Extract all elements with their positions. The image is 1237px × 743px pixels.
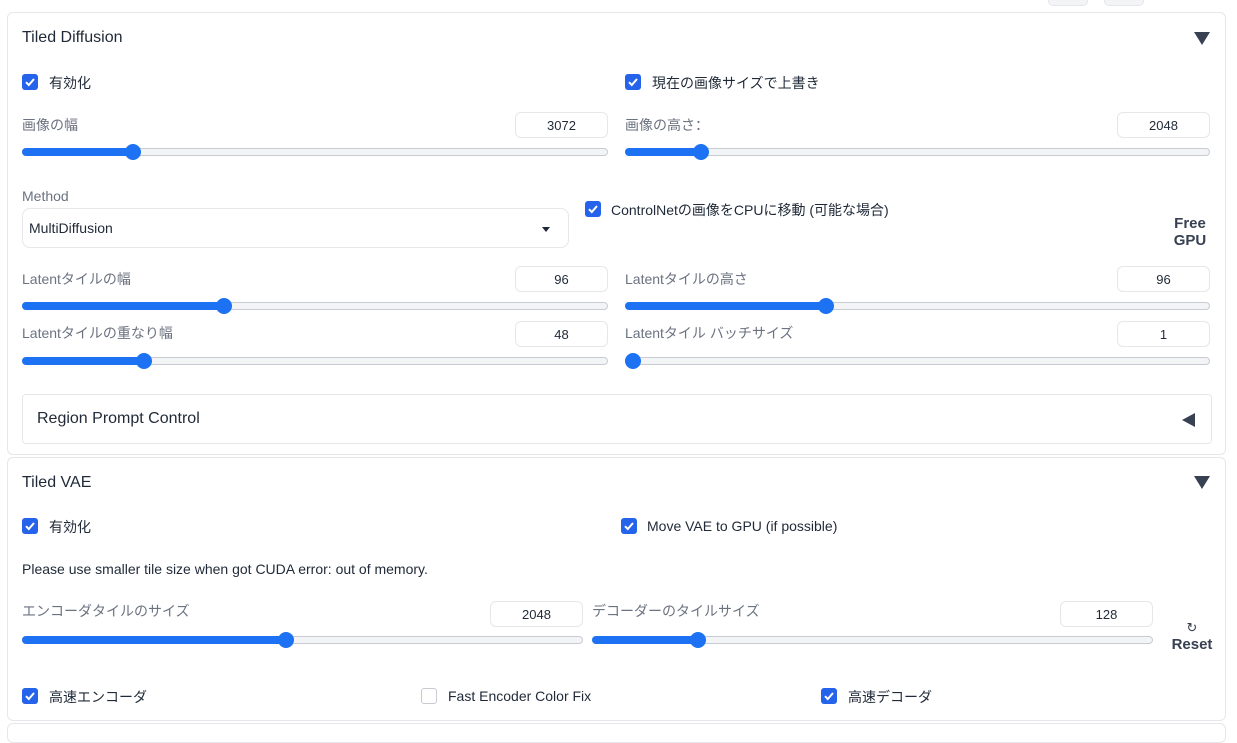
reset-label: Reset	[1171, 636, 1213, 653]
check-icon	[25, 522, 35, 531]
encoder-tile-slider[interactable]	[22, 632, 583, 648]
top-tabs	[1048, 0, 1144, 6]
decoder-tile-slider[interactable]	[592, 632, 1153, 648]
move-vae-gpu-checkbox[interactable]	[621, 518, 637, 534]
next-panel	[7, 723, 1226, 743]
latent-tile-height-slider[interactable]	[625, 298, 1210, 314]
collapse-caret-icon[interactable]	[1194, 476, 1210, 489]
image-height-slider[interactable]	[625, 144, 1210, 160]
enable-label: 有効化	[49, 75, 91, 91]
check-icon	[624, 522, 634, 531]
free-gpu-button[interactable]: Free GPU	[1168, 215, 1212, 249]
image-height-input[interactable]: 2048	[1117, 112, 1210, 138]
check-icon	[25, 78, 35, 87]
overwrite-size-label: 現在の画像サイズで上書き	[652, 75, 820, 91]
latent-tile-overlap-label: Latentタイルの重なり幅	[22, 325, 173, 341]
free-gpu-line2: GPU	[1173, 232, 1207, 249]
encoder-tile-label: エンコーダタイルのサイズ	[22, 603, 190, 619]
reset-icon: ↻	[1186, 620, 1198, 635]
reset-button[interactable]: ↻ Reset	[1170, 614, 1214, 662]
overwrite-size-checkbox[interactable]	[625, 74, 641, 90]
image-height-label: 画像の高さ：	[625, 117, 709, 133]
latent-tile-batch-label: Latentタイル バッチサイズ	[625, 325, 794, 341]
latent-tile-width-input[interactable]: 96	[515, 266, 608, 292]
top-tab[interactable]	[1048, 0, 1088, 6]
controlnet-cpu-label: ControlNetの画像をCPUに移動 (可能な場合)	[611, 202, 889, 218]
tiled-diffusion-panel: Tiled Diffusion 有効化 現在の画像サイズで上書き 画像の幅 30…	[7, 12, 1226, 455]
method-value: MultiDiffusion	[29, 220, 113, 236]
move-vae-gpu-label: Move VAE to GPU (if possible)	[647, 518, 838, 534]
collapse-caret-icon[interactable]	[1194, 32, 1210, 45]
method-label: Method	[22, 188, 69, 204]
top-tab[interactable]	[1104, 0, 1144, 6]
check-icon	[25, 692, 35, 701]
latent-tile-overlap-input[interactable]: 48	[515, 321, 608, 347]
cuda-note: Please use smaller tile size when got CU…	[22, 561, 428, 577]
vae-enable-checkbox[interactable]	[22, 518, 38, 534]
tiled-vae-panel: Tiled VAE 有効化 Move VAE to GPU (if possib…	[7, 457, 1226, 721]
fast-encoder-color-fix-label: Fast Encoder Color Fix	[448, 688, 592, 704]
latent-tile-overlap-slider[interactable]	[22, 353, 608, 369]
encoder-tile-input[interactable]: 2048	[490, 601, 583, 627]
image-width-input[interactable]: 3072	[515, 112, 608, 138]
image-width-slider[interactable]	[22, 144, 608, 160]
latent-tile-height-input[interactable]: 96	[1117, 266, 1210, 292]
fast-encoder-checkbox[interactable]	[22, 688, 38, 704]
latent-tile-height-label: Latentタイルの高さ	[625, 271, 748, 287]
check-icon	[824, 692, 834, 701]
check-icon	[628, 78, 638, 87]
latent-tile-width-slider[interactable]	[22, 298, 608, 314]
dropdown-arrow-icon	[542, 227, 550, 232]
region-prompt-accordion[interactable]: Region Prompt Control	[22, 394, 1212, 444]
fast-encoder-label: 高速エンコーダ	[49, 689, 147, 705]
fast-encoder-color-fix-checkbox[interactable]	[421, 688, 437, 704]
expand-caret-icon	[1182, 413, 1195, 427]
controlnet-cpu-checkbox[interactable]	[585, 201, 601, 217]
panel-title[interactable]: Tiled Diffusion	[22, 29, 123, 47]
latent-tile-width-label: Latentタイルの幅	[22, 271, 131, 287]
latent-tile-batch-slider[interactable]	[625, 353, 1210, 369]
vae-enable-label: 有効化	[49, 519, 91, 535]
method-dropdown[interactable]: MultiDiffusion	[22, 208, 569, 248]
free-gpu-line1: Free	[1174, 215, 1206, 232]
image-width-label: 画像の幅	[22, 117, 78, 133]
region-prompt-label: Region Prompt Control	[37, 410, 200, 427]
fast-decoder-label: 高速デコーダ	[848, 689, 932, 705]
decoder-tile-label: デコーダーのタイルサイズ	[592, 603, 760, 619]
check-icon	[588, 205, 598, 214]
panel-title[interactable]: Tiled VAE	[22, 474, 91, 492]
latent-tile-batch-input[interactable]: 1	[1117, 321, 1210, 347]
fast-decoder-checkbox[interactable]	[821, 688, 837, 704]
enable-checkbox[interactable]	[22, 74, 38, 90]
decoder-tile-input[interactable]: 128	[1060, 601, 1153, 627]
